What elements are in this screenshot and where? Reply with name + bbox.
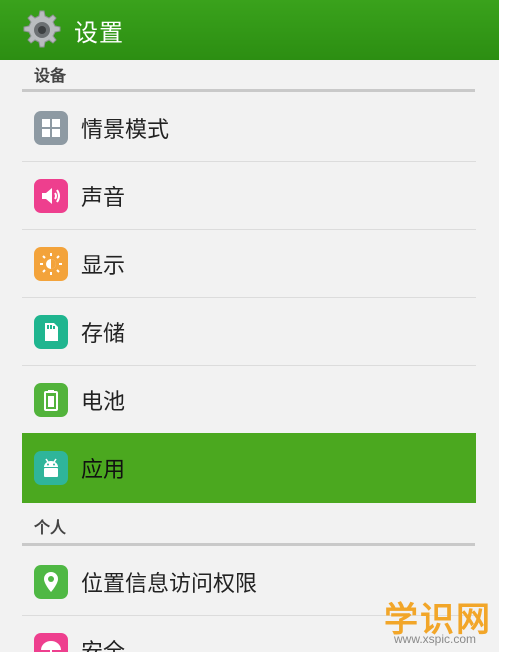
settings-item-profiles[interactable]: 情景模式 <box>22 94 476 162</box>
item-label: 应用 <box>81 458 126 483</box>
item-label: 安全 <box>81 634 125 652</box>
watermark: 学识网 www.xspic.com <box>380 592 510 652</box>
section-title-device: 设备 <box>34 66 67 85</box>
sd-card-icon <box>34 315 68 349</box>
item-label: 电池 <box>81 390 126 415</box>
settings-screen: 设置 设备 情景模式 声音 显示 存储 电池 应用 个人 位置信息访问权限 <box>0 0 499 652</box>
watermark-sub: www.xspic.com <box>394 632 477 646</box>
section-divider <box>22 89 475 92</box>
right-margin <box>499 0 512 652</box>
android-icon <box>34 451 68 485</box>
item-label: 存储 <box>81 322 126 347</box>
item-label: 位置信息访问权限 <box>81 572 258 597</box>
profiles-grid-icon <box>34 111 68 145</box>
action-bar: 设置 <box>0 0 499 60</box>
page-title: 设置 <box>74 18 124 47</box>
settings-item-apps[interactable]: 应用 <box>22 433 476 503</box>
settings-item-display[interactable]: 显示 <box>22 230 476 298</box>
brightness-icon <box>34 247 68 281</box>
section-divider <box>22 543 475 546</box>
settings-item-sound[interactable]: 声音 <box>22 162 476 230</box>
item-label: 声音 <box>81 186 126 211</box>
section-title-personal: 个人 <box>34 518 67 537</box>
battery-icon <box>34 383 68 417</box>
gear-icon[interactable] <box>20 8 64 52</box>
settings-item-storage[interactable]: 存储 <box>22 298 476 366</box>
item-label: 情景模式 <box>81 118 170 143</box>
item-label: 显示 <box>81 254 126 279</box>
location-pin-icon <box>34 565 68 599</box>
speaker-icon <box>34 179 68 213</box>
settings-item-battery[interactable]: 电池 <box>22 366 476 434</box>
umbrella-icon <box>34 633 68 652</box>
